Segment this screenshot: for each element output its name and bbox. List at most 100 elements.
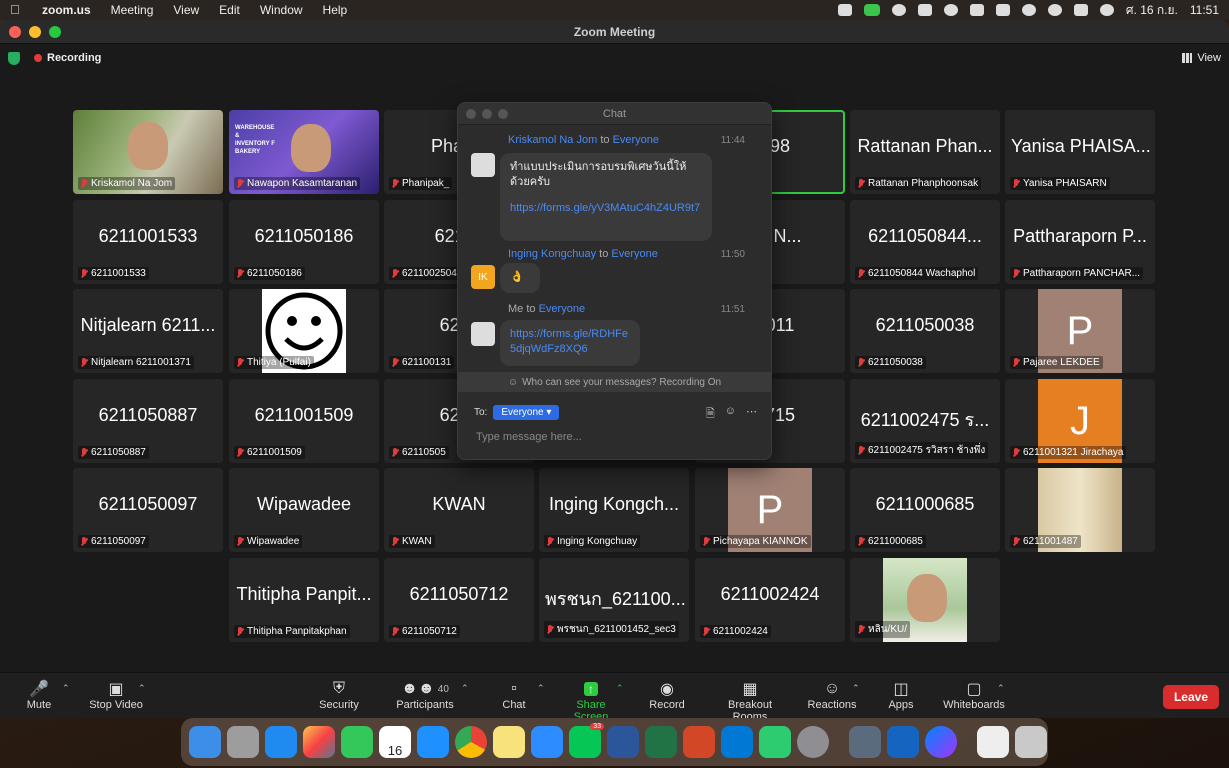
chat-link[interactable]: https://forms.gle/RDHFe5djqWdFz8XQ6	[510, 327, 630, 357]
participant-tile[interactable]: Kriskamol Na Jom	[73, 110, 223, 194]
chat-target[interactable]: Everyone	[539, 303, 585, 315]
participant-tile[interactable]: 6211050038 6211050038	[850, 289, 1000, 373]
emoji-icon[interactable]: ☺	[725, 405, 736, 424]
participant-tile[interactable]: 6211050186 6211050186	[229, 200, 379, 284]
excel-icon[interactable]	[645, 726, 677, 758]
powerpoint-icon[interactable]	[683, 726, 715, 758]
launchpad-icon[interactable]	[227, 726, 259, 758]
participant-tile[interactable]: Pattharaporn P... Pattharaporn PANCHAR...	[1005, 200, 1155, 284]
close-window-button[interactable]	[9, 25, 21, 38]
app-status-icon[interactable]	[917, 4, 932, 16]
safari-icon[interactable]	[417, 726, 449, 758]
messenger-icon[interactable]	[925, 726, 957, 758]
line-works-icon[interactable]	[759, 726, 791, 758]
whiteboards-options-chevron[interactable]: ⌃	[997, 683, 1005, 694]
chat-sender-name[interactable]: Kriskamol Na Jom	[508, 134, 597, 146]
reactions-button[interactable]: ☺ Reactions	[807, 679, 857, 711]
outlook-icon[interactable]	[721, 726, 753, 758]
encryption-shield-icon[interactable]	[8, 51, 20, 65]
participant-tile[interactable]: 6211050097 6211050097	[73, 468, 223, 552]
participant-tile[interactable]: หลิน/KU/	[850, 558, 1000, 642]
menu-help[interactable]: Help	[323, 3, 348, 17]
photos-icon[interactable]	[303, 726, 335, 758]
facetime-icon[interactable]	[341, 726, 373, 758]
breakout-rooms-button[interactable]: ▦ Breakout Rooms	[710, 679, 790, 718]
participant-tile[interactable]: Yanisa PHAISA... Yanisa PHAISARN	[1005, 110, 1155, 194]
document-icon[interactable]	[977, 726, 1009, 758]
menu-meeting[interactable]: Meeting	[111, 3, 154, 17]
participant-tile[interactable]: Thitipha Panpit... Thitipha Panpitakphan	[229, 558, 379, 642]
app-store-icon[interactable]	[265, 726, 297, 758]
wifi-icon[interactable]	[1021, 4, 1036, 16]
fullscreen-window-button[interactable]	[49, 25, 61, 38]
chat-message-input[interactable]: Type message here...	[476, 431, 582, 443]
participant-tile[interactable]: Thitiya (Pulfai)	[229, 289, 379, 373]
audio-options-chevron[interactable]: ⌃	[62, 683, 70, 694]
zoom-status-icon[interactable]	[837, 4, 852, 16]
record-button[interactable]: ◉ Record	[649, 679, 685, 711]
video-options-chevron[interactable]: ⌃	[138, 683, 146, 694]
minimize-window-button[interactable]	[29, 25, 41, 38]
participant-tile[interactable]: 6211001487	[1005, 468, 1155, 552]
preview-icon[interactable]	[849, 726, 881, 758]
participant-tile[interactable]: J 6211001321 Jirachaya	[1005, 379, 1155, 463]
participants-options-chevron[interactable]: ⌃	[461, 683, 469, 694]
chat-button[interactable]: ▫ Chat	[500, 679, 528, 711]
finder-icon[interactable]	[189, 726, 221, 758]
avatar[interactable]: IK	[471, 265, 495, 289]
participant-tile[interactable]: Nitjalearn 6211... Nitjalearn 6211001371	[73, 289, 223, 373]
chrome-icon[interactable]	[455, 726, 487, 758]
media-status-icon[interactable]	[891, 4, 906, 16]
battery-icon[interactable]	[995, 4, 1010, 16]
participant-tile[interactable]: 6211001509 6211001509	[229, 379, 379, 463]
participant-tile[interactable]: Inging Kongch... Inging Kongchuay	[539, 468, 689, 552]
chat-sender-name[interactable]: Inging Kongchuay	[508, 248, 596, 260]
system-preferences-icon[interactable]	[797, 726, 829, 758]
reactions-options-chevron[interactable]: ⌃	[852, 683, 860, 694]
participants-button[interactable]: ☻☻ 40 Participants	[394, 679, 456, 711]
participant-tile[interactable]: P Pajaree LEKDEE	[1005, 289, 1155, 373]
trash-icon[interactable]	[1015, 726, 1047, 758]
participant-tile[interactable]: Rattanan Phan... Rattanan Phanphoonsak	[850, 110, 1000, 194]
notes-icon[interactable]	[493, 726, 525, 758]
stop-video-button[interactable]: ▣ Stop Video	[86, 679, 146, 711]
leave-button[interactable]: Leave	[1162, 685, 1219, 709]
security-button[interactable]: ⛨ Security	[318, 679, 360, 711]
play-status-icon[interactable]	[943, 4, 958, 16]
participant-tile[interactable]: 6211002475 ร... 6211002475 รวิสรา ช้างพึ่…	[850, 379, 1000, 463]
spotlight-search-icon[interactable]	[1047, 4, 1062, 16]
avatar[interactable]	[471, 153, 495, 177]
chat-visibility-notice[interactable]: ☺ Who can see your messages? Recording O…	[458, 372, 771, 392]
mute-button[interactable]: 🎤 Mute	[24, 679, 54, 711]
webex-icon[interactable]	[887, 726, 919, 758]
apple-icon[interactable]: 	[10, 3, 24, 17]
participant-tile[interactable]: พรชนก_621100... พรชนก_6211001452_sec3	[539, 558, 689, 642]
line-status-icon[interactable]	[863, 4, 880, 16]
menu-edit[interactable]: Edit	[219, 3, 240, 17]
file-icon[interactable]: 🗎	[706, 405, 715, 424]
siri-icon[interactable]	[1099, 4, 1114, 16]
chat-recipient-dropdown[interactable]: Everyone ▾	[493, 405, 560, 420]
menu-view[interactable]: View	[173, 3, 199, 17]
participant-tile[interactable]: 6211050887 6211050887	[73, 379, 223, 463]
participant-tile[interactable]: 6211050844... 6211050844 Wachaphol	[850, 200, 1000, 284]
calendar-icon[interactable]: 16	[379, 726, 411, 758]
chat-link[interactable]: https://forms.gle/yV3MAtuC4hZ4UR9t7	[510, 201, 702, 216]
participant-tile[interactable]: WAREHOUSE & INVENTORY F BAKERY Nawapon Ka…	[229, 110, 379, 194]
participant-tile[interactable]: Wipawadee Wipawadee	[229, 468, 379, 552]
participant-tile[interactable]: 6211001533 6211001533	[73, 200, 223, 284]
zoom-icon[interactable]	[531, 726, 563, 758]
view-button[interactable]: View	[1182, 52, 1221, 64]
share-screen-button[interactable]: ↑ Share Screen	[558, 679, 624, 718]
share-options-chevron[interactable]: ⌃	[616, 683, 624, 694]
word-icon[interactable]	[607, 726, 639, 758]
avatar[interactable]	[471, 322, 495, 346]
control-center-icon[interactable]	[1073, 4, 1088, 16]
chat-titlebar[interactable]: Chat	[458, 103, 771, 125]
participant-tile[interactable]: 6211002424 6211002424	[695, 558, 845, 642]
participant-tile[interactable]: P Pichayapa KIANNOK	[695, 468, 845, 552]
menubar-date[interactable]: ศ. 16 ก.ย.	[1126, 1, 1178, 20]
more-options-icon[interactable]: ⋯	[746, 405, 757, 424]
participant-tile[interactable]: 6211000685 6211000685	[850, 468, 1000, 552]
apps-button[interactable]: ◫ Apps	[886, 679, 916, 711]
